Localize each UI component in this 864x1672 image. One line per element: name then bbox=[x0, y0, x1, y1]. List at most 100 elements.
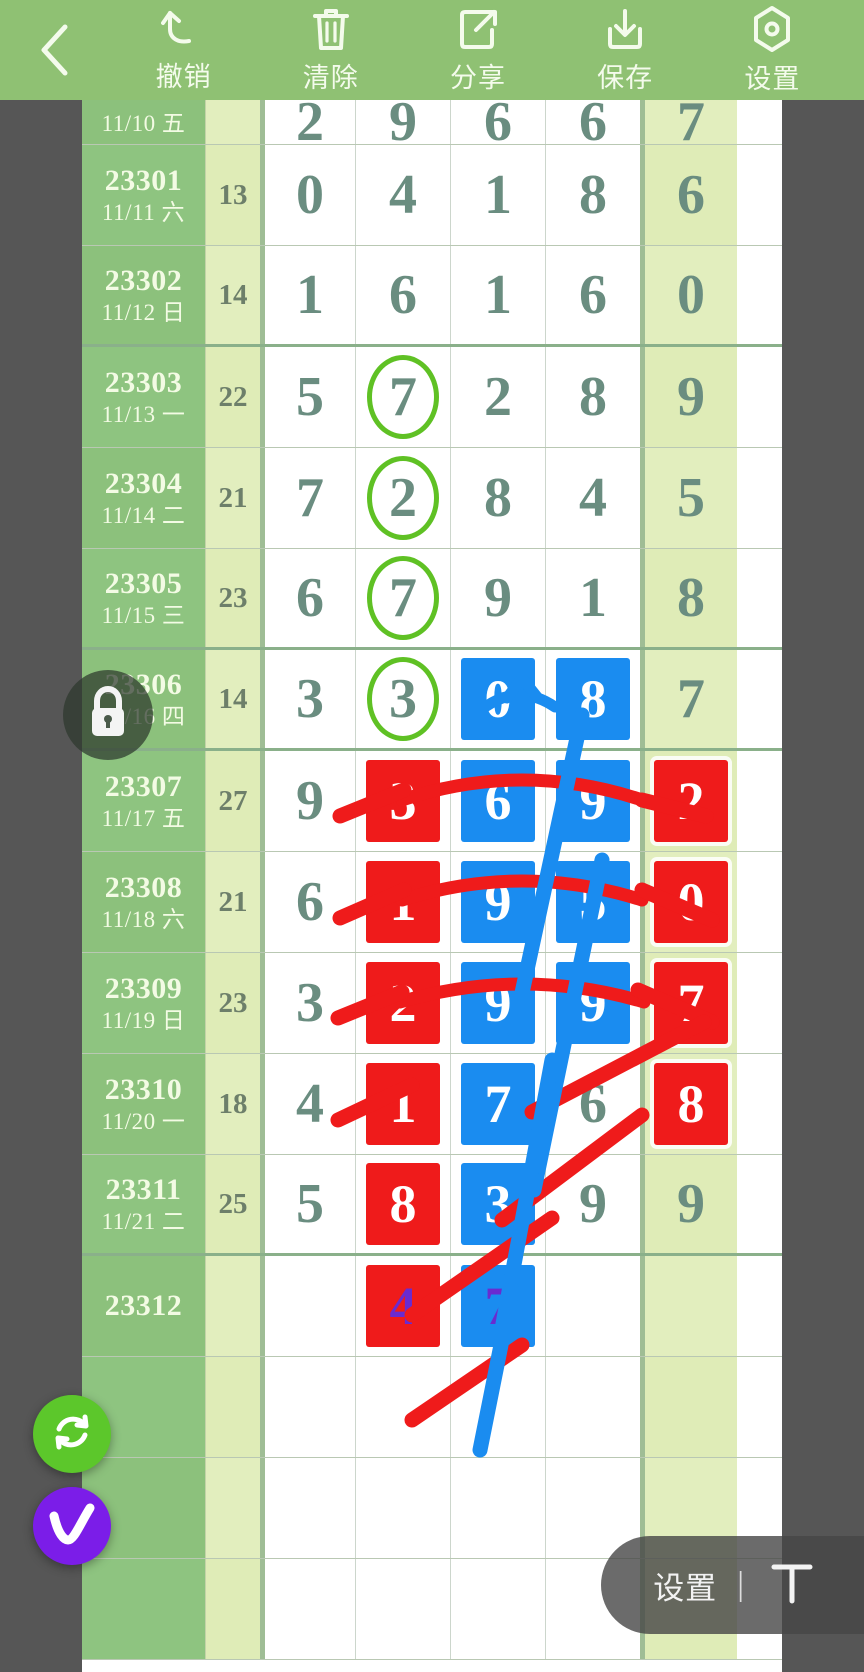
digit-cell[interactable]: 2 bbox=[355, 953, 450, 1053]
text-T-icon[interactable] bbox=[764, 1555, 820, 1616]
digit-cell[interactable]: 7 bbox=[355, 347, 450, 447]
digit-cell[interactable] bbox=[260, 1256, 355, 1356]
tail-cell[interactable] bbox=[640, 1357, 737, 1457]
digit-cell[interactable]: 6 bbox=[450, 100, 545, 153]
marked-digit-box[interactable]: 9 bbox=[556, 962, 630, 1044]
digit-cell[interactable]: 4 bbox=[355, 145, 450, 245]
digit-cell[interactable]: 1 bbox=[450, 246, 545, 344]
lock-badge[interactable] bbox=[63, 670, 153, 760]
table-row[interactable]: 23305 11/15 三 23 6 7 9 1 8 bbox=[82, 549, 782, 650]
digit-cell[interactable]: 9 bbox=[450, 852, 545, 952]
digit-cell[interactable] bbox=[260, 1559, 355, 1659]
tail-cell[interactable]: 0 bbox=[640, 246, 737, 344]
digit-cell[interactable] bbox=[355, 1357, 450, 1457]
tail-cell[interactable]: 9 bbox=[640, 1155, 737, 1253]
marked-digit-box[interactable]: 0 bbox=[654, 861, 728, 943]
tail-cell[interactable]: 6 bbox=[640, 145, 737, 245]
digit-cell[interactable]: 3 bbox=[355, 650, 450, 748]
digit-cell[interactable] bbox=[545, 1357, 640, 1457]
digit-cell[interactable]: 8 bbox=[545, 650, 640, 748]
digit-cell[interactable]: 7 bbox=[450, 1054, 545, 1154]
digit-cell[interactable]: 8 bbox=[450, 448, 545, 548]
marked-digit-box[interactable]: 3 bbox=[366, 760, 440, 842]
table-row[interactable]: 23302 11/12 日 14 1 6 1 6 0 bbox=[82, 246, 782, 347]
marked-digit-box[interactable]: 8 bbox=[654, 1063, 728, 1145]
digit-cell[interactable]: 6 bbox=[355, 246, 450, 344]
tail-cell[interactable]: 7 bbox=[640, 650, 737, 748]
marked-digit-box[interactable]: 0 bbox=[461, 658, 535, 740]
digit-cell[interactable]: 9 bbox=[450, 953, 545, 1053]
digit-cell[interactable]: 0 bbox=[450, 650, 545, 748]
digit-cell[interactable]: 8 bbox=[355, 1155, 450, 1253]
marked-digit-box[interactable]: 5 bbox=[556, 861, 630, 943]
digit-cell[interactable]: 6 bbox=[260, 852, 355, 952]
clear-button[interactable]: 清除 bbox=[303, 6, 359, 95]
digit-cell[interactable]: 4 bbox=[260, 1054, 355, 1154]
digit-cell[interactable]: 2 bbox=[260, 100, 355, 153]
digit-cell[interactable]: 5 bbox=[260, 1155, 355, 1253]
digit-cell[interactable]: 9 bbox=[545, 953, 640, 1053]
digit-cell[interactable] bbox=[450, 1559, 545, 1659]
digit-cell[interactable]: 6 bbox=[545, 100, 640, 153]
table-row[interactable]: 23303 11/13 一 22 5 7 2 8 9 bbox=[82, 347, 782, 448]
share-button[interactable]: 分享 bbox=[450, 6, 506, 95]
digit-cell[interactable]: 4 bbox=[545, 448, 640, 548]
lottery-number-grid[interactable]: 11/10 五 2 9 6 6 7 23301 11/11 六 13 0 4 1 8 6 23302 11/1… bbox=[82, 100, 782, 1672]
marked-digit-box[interactable]: 8 bbox=[366, 1163, 440, 1245]
digit-cell[interactable] bbox=[450, 1357, 545, 1457]
tail-cell[interactable]: 8 bbox=[640, 1054, 737, 1154]
confirm-fab-button[interactable] bbox=[33, 1487, 111, 1565]
bottom-settings-button[interactable]: 设置 bbox=[653, 1563, 717, 1608]
digit-cell[interactable] bbox=[260, 1357, 355, 1457]
marked-digit-box[interactable]: 9 bbox=[461, 962, 535, 1044]
table-row[interactable]: 23310 11/20 一 18 4 1 7 6 8 bbox=[82, 1054, 782, 1155]
digit-cell[interactable]: 3 bbox=[450, 1155, 545, 1253]
digit-cell[interactable]: 1 bbox=[260, 246, 355, 344]
table-row[interactable]: 2330611/16 四1433087 bbox=[82, 650, 782, 751]
digit-cell[interactable]: 6 bbox=[450, 751, 545, 851]
marked-digit-box[interactable]: 1 bbox=[366, 861, 440, 943]
marked-digit-box[interactable]: 9 bbox=[556, 760, 630, 842]
digit-cell[interactable]: 2 bbox=[450, 347, 545, 447]
marked-digit-box[interactable]: 2 bbox=[366, 962, 440, 1044]
digit-cell[interactable]: 3 bbox=[355, 751, 450, 851]
digit-cell[interactable]: 7 bbox=[355, 549, 450, 647]
digit-cell[interactable] bbox=[355, 1458, 450, 1558]
digit-cell[interactable]: 1 bbox=[355, 1054, 450, 1154]
digit-cell[interactable]: 1 bbox=[355, 852, 450, 952]
digit-cell[interactable]: 1 bbox=[450, 145, 545, 245]
tail-cell[interactable]: 8 bbox=[640, 549, 737, 647]
refresh-fab-button[interactable] bbox=[33, 1395, 111, 1473]
table-row[interactable]: 23301 11/11 六 13 0 4 1 8 6 bbox=[82, 145, 782, 246]
table-row[interactable]: 23307 11/17 五 27 9 3 6 9 2 bbox=[82, 751, 782, 852]
digit-cell[interactable]: 7 bbox=[260, 448, 355, 548]
undo-button[interactable]: 撤销 bbox=[156, 7, 212, 94]
digit-cell[interactable] bbox=[355, 1559, 450, 1659]
digit-cell[interactable]: 9 bbox=[545, 751, 640, 851]
marked-digit-box[interactable]: 9 bbox=[461, 861, 535, 943]
digit-cell[interactable]: 5 bbox=[545, 852, 640, 952]
digit-cell[interactable]: 9 bbox=[450, 549, 545, 647]
marked-digit-box[interactable]: 3 bbox=[461, 1163, 535, 1245]
marked-digit-box[interactable]: 7 bbox=[654, 962, 728, 1044]
digit-cell[interactable]: 9 bbox=[545, 1155, 640, 1253]
digit-cell[interactable]: 7 bbox=[450, 1256, 545, 1356]
digit-cell[interactable]: 8 bbox=[545, 347, 640, 447]
table-row[interactable]: 11/10 五29667 bbox=[82, 100, 782, 153]
tail-cell[interactable]: 5 bbox=[640, 448, 737, 548]
tail-cell[interactable]: 7 bbox=[640, 100, 737, 153]
digit-cell[interactable]: 5 bbox=[260, 347, 355, 447]
tail-cell[interactable]: 7 bbox=[640, 953, 737, 1053]
digit-cell[interactable] bbox=[450, 1458, 545, 1558]
digit-cell[interactable]: 4 bbox=[355, 1256, 450, 1356]
table-row[interactable]: 23309 11/19 日 23 3 2 9 9 7 bbox=[82, 953, 782, 1054]
marked-digit-box[interactable]: 2 bbox=[654, 760, 728, 842]
tail-cell[interactable] bbox=[640, 1256, 737, 1356]
digit-cell[interactable]: 3 bbox=[260, 650, 355, 748]
marked-digit-box[interactable]: 7 bbox=[461, 1063, 535, 1145]
digit-cell[interactable] bbox=[545, 1256, 640, 1356]
digit-cell[interactable]: 2 bbox=[355, 448, 450, 548]
tail-cell[interactable]: 0 bbox=[640, 852, 737, 952]
save-button[interactable]: 保存 bbox=[597, 6, 653, 95]
marked-digit-box[interactable]: 6 bbox=[461, 760, 535, 842]
